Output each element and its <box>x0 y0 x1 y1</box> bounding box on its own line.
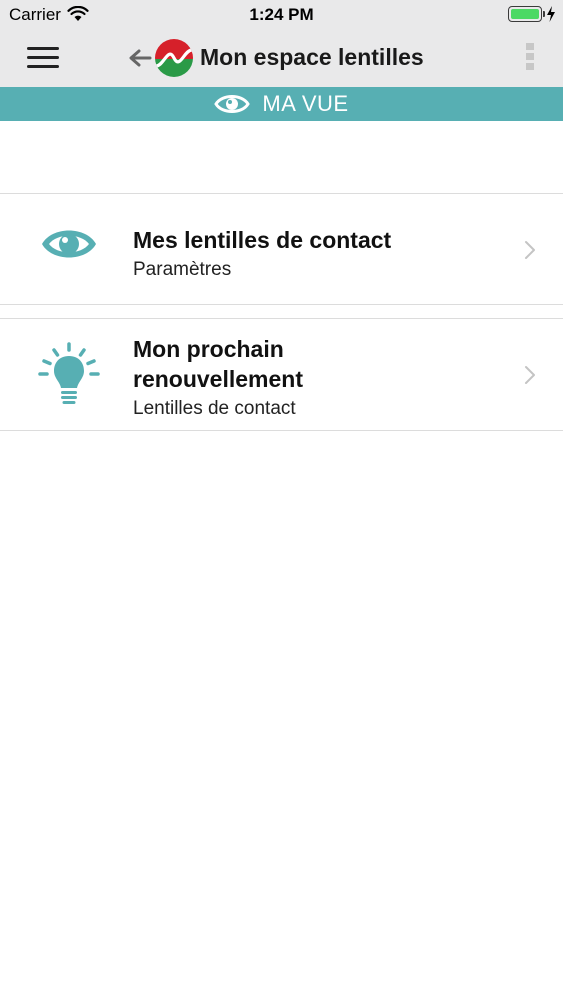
battery-icon <box>508 6 545 22</box>
section-header: MA VUE <box>0 87 563 121</box>
chevron-right-icon <box>525 241 535 259</box>
app-logo <box>155 39 193 77</box>
status-time: 1:24 PM <box>249 5 314 24</box>
list-item-subtitle: Paramètres <box>133 259 232 280</box>
eye-icon <box>42 230 96 258</box>
list-item-title: Mon prochain renouvellement <box>133 336 303 392</box>
battery-cap <box>543 11 545 17</box>
section-title: MA VUE <box>262 91 349 116</box>
list-item-subtitle: Lentilles de contact <box>133 398 296 419</box>
list-item-renewal[interactable]: Mon prochain renouvellement Lentilles de… <box>0 318 563 431</box>
page-title: Mon espace lentilles <box>200 44 424 70</box>
list-item-contact-lenses[interactable]: Mes lentilles de contact Paramètres <box>0 193 563 305</box>
status-bar: Carrier 1:24 PM <box>0 0 563 30</box>
list-item-title: Mes lentilles de contact <box>133 227 392 253</box>
chevron-right-icon <box>525 366 535 384</box>
more-options-icon[interactable] <box>526 43 536 73</box>
battery-fill <box>511 9 539 19</box>
back-arrow-icon[interactable] <box>128 48 152 68</box>
lightbulb-icon <box>38 342 100 404</box>
eye-icon <box>214 95 251 113</box>
charging-bolt-icon <box>547 6 555 22</box>
navigation-bar: Mon espace lentilles <box>0 30 563 87</box>
menu-icon[interactable] <box>27 47 59 69</box>
